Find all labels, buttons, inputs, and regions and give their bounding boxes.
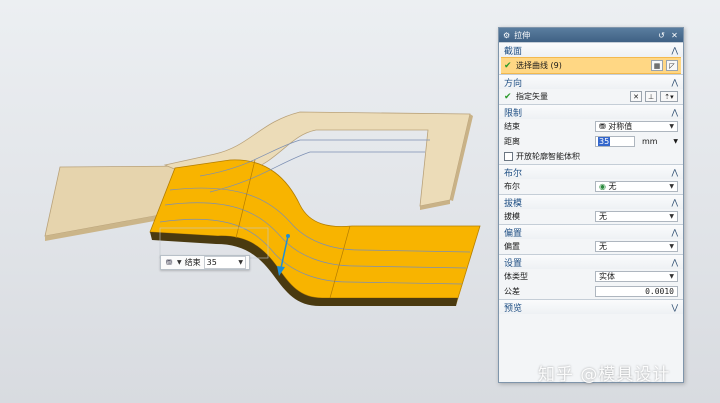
distance-unit-dropdown[interactable]: mm ▼	[638, 137, 678, 146]
section-title: 方向	[504, 78, 523, 89]
onscreen-end-field[interactable]: 35 ▼	[203, 256, 246, 269]
open-profile-checkbox[interactable]	[504, 152, 513, 161]
chevron-down-icon[interactable]: ▼	[669, 183, 674, 190]
section-title: 预览	[504, 303, 523, 314]
body-type-label: 体类型	[504, 272, 528, 281]
end-row: 结束 ⛃ 对称值 ▼	[499, 119, 683, 134]
section-title: 偏置	[504, 228, 523, 239]
boolean-dropdown[interactable]: ◉ 无 ▼	[595, 181, 678, 192]
chevron-up-icon[interactable]: ⋀	[671, 258, 678, 267]
distance-label: 距离	[504, 137, 520, 146]
chevron-down-icon[interactable]: ▼	[669, 243, 674, 250]
section-header-limits[interactable]: 限制 ⋀	[499, 104, 683, 119]
distance-unit: mm	[642, 137, 658, 146]
section-title: 限制	[504, 108, 523, 119]
section-header-preview[interactable]: 预览 ⋁	[499, 299, 683, 314]
body-type-dropdown[interactable]: 实体 ▼	[595, 271, 678, 282]
specify-vector-label: 指定矢量	[516, 92, 548, 101]
end-dropdown[interactable]: ⛃ 对称值 ▼	[595, 121, 678, 132]
end-dropdown-value: 对称值	[608, 122, 633, 131]
close-icon[interactable]: ✕	[670, 31, 679, 40]
gear-icon: ⚙	[503, 30, 511, 40]
section-header-offset[interactable]: 偏置 ⋀	[499, 224, 683, 239]
section-title: 截面	[504, 46, 523, 57]
section-title: 设置	[504, 258, 523, 269]
chevron-up-icon[interactable]: ⋀	[671, 228, 678, 237]
chevron-down-icon[interactable]: ▼	[669, 273, 674, 280]
end-label: 结束	[504, 122, 520, 131]
tolerance-input[interactable]: 0.0010	[595, 286, 678, 297]
tolerance-label: 公差	[504, 287, 520, 296]
section-title: 布尔	[504, 168, 523, 179]
chevron-down-icon[interactable]: ⋁	[671, 303, 678, 312]
body-type-value: 实体	[599, 272, 615, 281]
tolerance-row: 公差 0.0010	[499, 284, 683, 299]
section-header-boolean[interactable]: 布尔 ⋀	[499, 164, 683, 179]
chevron-up-icon[interactable]: ⋀	[671, 108, 678, 117]
chevron-up-icon[interactable]: ⋀	[671, 168, 678, 177]
chevron-down-icon[interactable]: ▼	[669, 123, 674, 130]
dialog-title: 拉伸	[514, 30, 531, 40]
distance-row: 距离 35 mm ▼	[499, 134, 683, 149]
distance-input[interactable]: 35	[595, 136, 635, 147]
extrude-dialog: ⚙ 拉伸 ↺ ✕ 截面 ⋀ ✔ 选择曲线 (9) ▦ ◸ 方向 ⋀ ✔ 指定矢量…	[498, 27, 684, 383]
draft-label: 拔模	[504, 212, 520, 221]
section-header-profile[interactable]: 截面 ⋀	[499, 42, 683, 57]
chevron-down-icon[interactable]: ▼	[669, 213, 674, 220]
section-header-draft[interactable]: 拔模 ⋀	[499, 194, 683, 209]
offset-dropdown-value: 无	[599, 242, 607, 251]
chevron-down-icon[interactable]: ▼	[177, 259, 182, 266]
chevron-up-icon[interactable]: ⋀	[671, 198, 678, 207]
boolean-none-icon: ◉	[599, 182, 609, 191]
offset-dropdown[interactable]: 无 ▼	[595, 241, 678, 252]
body-type-row: 体类型 实体 ▼	[499, 269, 683, 284]
boolean-label: 布尔	[504, 182, 520, 191]
draft-row: 拔模 无 ▼	[499, 209, 683, 224]
draft-dropdown[interactable]: 无 ▼	[595, 211, 678, 222]
vector-icon[interactable]: ⇡▾	[660, 91, 678, 102]
draft-dropdown-value: 无	[599, 212, 607, 221]
select-curve-label: 选择曲线 (9)	[516, 61, 562, 70]
boolean-row: 布尔 ◉ 无 ▼	[499, 179, 683, 194]
check-icon: ✔	[504, 60, 512, 71]
chevron-up-icon[interactable]: ⋀	[671, 46, 678, 55]
dialog-titlebar[interactable]: ⚙ 拉伸 ↺ ✕	[499, 28, 683, 42]
section-header-settings[interactable]: 设置 ⋀	[499, 254, 683, 269]
offset-row: 偏置 无 ▼	[499, 239, 683, 254]
boolean-dropdown-value: 无	[608, 182, 617, 191]
limit-type-icon[interactable]: ⛃	[164, 258, 174, 268]
chevron-down-icon[interactable]: ▼	[238, 259, 243, 266]
vector-dialog-icon[interactable]: ⊥	[645, 91, 657, 102]
check-icon: ✔	[504, 91, 512, 102]
sketch-icon[interactable]: ◸	[666, 60, 678, 71]
chevron-down-icon[interactable]: ▼	[673, 138, 678, 145]
open-profile-label: 开放轮廓智能体积	[516, 152, 580, 161]
specify-vector-row[interactable]: ✔ 指定矢量 ✕ ⊥ ⇡▾	[499, 89, 683, 104]
reverse-direction-icon[interactable]: ✕	[630, 91, 642, 102]
open-profile-row[interactable]: 开放轮廓智能体积	[499, 149, 683, 164]
select-curve-row[interactable]: ✔ 选择曲线 (9) ▦ ◸	[501, 57, 681, 74]
limit-type-icon: ⛃	[599, 122, 609, 131]
section-header-direction[interactable]: 方向 ⋀	[499, 74, 683, 89]
chevron-up-icon[interactable]: ⋀	[671, 78, 678, 87]
watermark: 知乎 @模具设计	[538, 365, 671, 385]
curve-icon[interactable]: ▦	[651, 60, 663, 71]
reset-icon[interactable]: ↺	[657, 31, 666, 40]
onscreen-end-label: 结束	[184, 258, 201, 267]
onscreen-input-box[interactable]: ⛃ ▼ 结束 35 ▼	[160, 255, 250, 270]
distance-value: 35	[598, 137, 611, 146]
section-title: 拔模	[504, 198, 523, 209]
offset-label: 偏置	[504, 242, 520, 251]
onscreen-end-value: 35	[206, 258, 217, 267]
